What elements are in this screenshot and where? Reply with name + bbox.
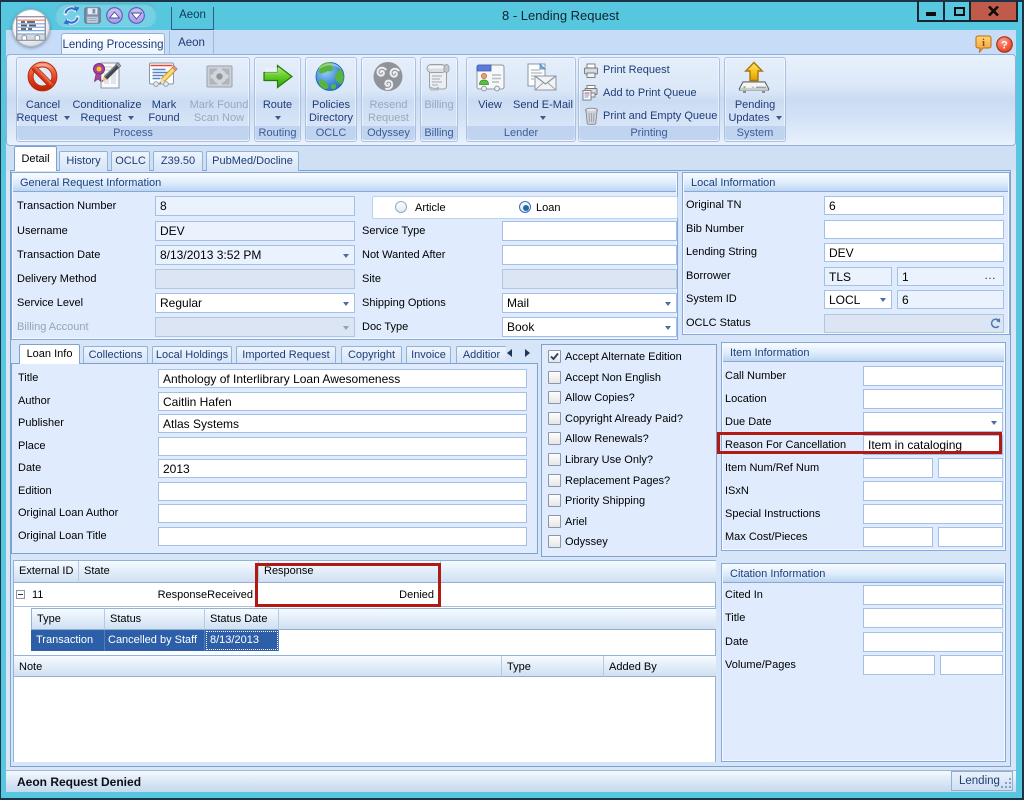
svg-text:?: ? [1001,40,1008,52]
svg-text:i: i [982,38,985,49]
